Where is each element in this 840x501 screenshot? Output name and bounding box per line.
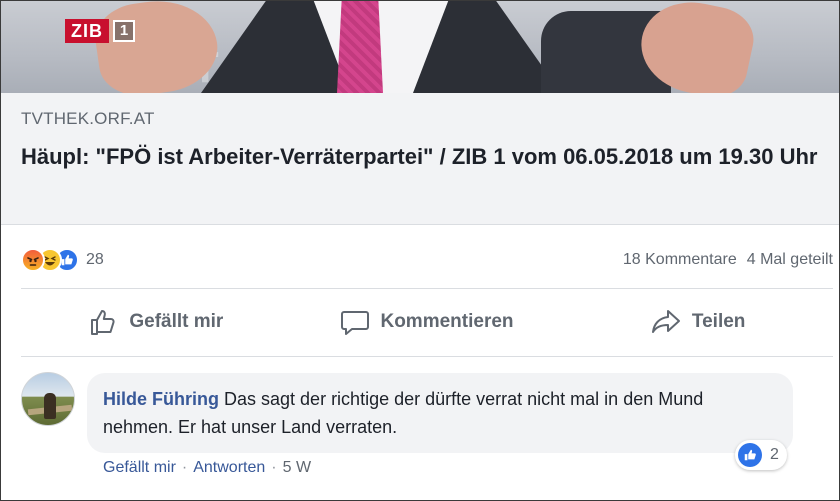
tie-image [337, 1, 383, 93]
video-thumbnail[interactable]: ESTO ZIB 1 [1, 1, 839, 93]
share-arrow-icon [651, 310, 680, 333]
like-button[interactable]: Gefällt mir [21, 293, 292, 351]
angry-reaction-icon[interactable] [21, 248, 45, 272]
post-actions: Gefällt mir Kommentieren Teilen [21, 293, 833, 351]
comments-count-link[interactable]: 18 Kommentare [623, 251, 737, 269]
link-domain: TVTHEK.ORF.AT [21, 109, 155, 128]
avatar[interactable] [21, 372, 75, 426]
speech-bubble-icon [341, 311, 370, 335]
divider [21, 288, 833, 289]
reactions-bar: 28 18 Kommentare 4 Mal geteilt [21, 245, 833, 275]
like-reaction-icon [738, 443, 762, 467]
comment-author[interactable]: Hilde Führing [103, 389, 219, 409]
comment-reply-link[interactable]: Antworten [193, 459, 265, 477]
comment-reactions[interactable]: 2 [735, 440, 787, 470]
zib-logo: ZIB 1 [65, 19, 135, 43]
facebook-post: ESTO ZIB 1 TVTHEK.ORF.AT Häupl: "FPÖ ist… [0, 0, 840, 501]
share-button[interactable]: Teilen [562, 293, 833, 351]
separator: · [271, 459, 277, 476]
comment-bubble: Hilde Führing Das sagt der richtige der … [87, 373, 793, 453]
post-stats: 18 Kommentare 4 Mal geteilt [623, 251, 833, 269]
comment-button-label: Kommentieren [380, 311, 514, 332]
zib-logo-text: ZIB [65, 19, 109, 43]
comment-reaction-count: 2 [770, 446, 779, 463]
link-title[interactable]: Häupl: "FPÖ ist Arbeiter-Verräterpartei"… [21, 141, 831, 173]
comment-button[interactable]: Kommentieren [292, 293, 563, 351]
reaction-count[interactable]: 28 [86, 251, 104, 269]
share-button-label: Teilen [691, 311, 746, 332]
like-button-label: Gefällt mir [129, 311, 224, 332]
separator: · [181, 459, 188, 476]
zib-logo-number: 1 [113, 20, 135, 42]
avatar-figure [44, 393, 56, 419]
comment-meta: Gefällt mir · Antworten · 5 W [103, 459, 311, 477]
divider [21, 356, 833, 357]
comment-timestamp[interactable]: 5 W [283, 459, 311, 477]
shares-count-link[interactable]: 4 Mal geteilt [747, 251, 833, 269]
thumbs-up-icon [91, 310, 115, 335]
comment-like-link[interactable]: Gefällt mir [103, 459, 176, 477]
